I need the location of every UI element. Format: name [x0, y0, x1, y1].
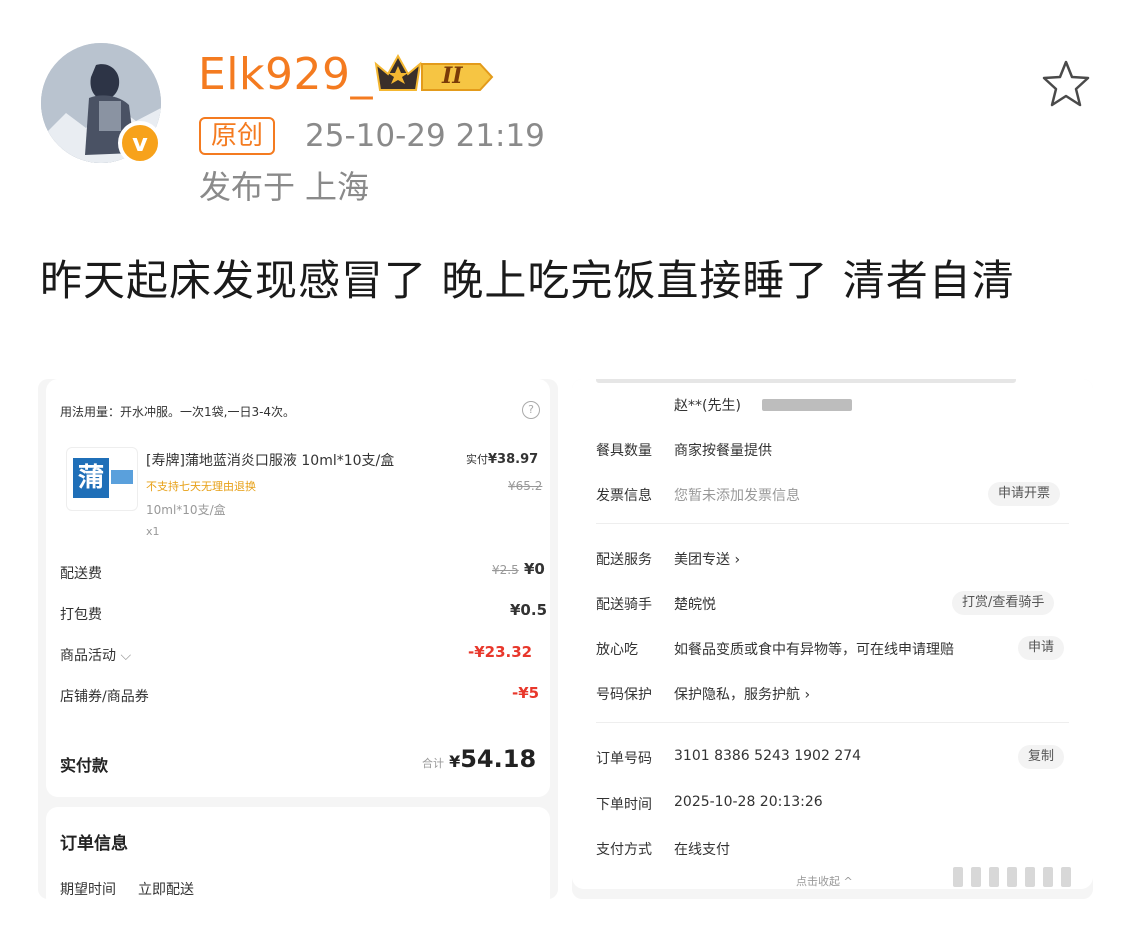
expected-time-value: 立即配送	[138, 882, 194, 898]
return-notice: 不支持七天无理由退换	[146, 480, 256, 493]
divider	[596, 523, 1069, 524]
total-label: 实付款	[60, 756, 109, 775]
order-meta-card: 赵**(先生) 餐具数量 商家按餐量提供 发票信息 您暂未添加发票信息 申请开票…	[572, 379, 1093, 889]
row-value-order-number: 3101 8386 5243 1902 274	[674, 748, 862, 764]
location-city: 上海	[305, 168, 370, 206]
row-label-number-protection: 号码保护	[596, 687, 652, 703]
apply-invoice-button[interactable]: 申请开票	[988, 482, 1061, 506]
recipient-name: 赵**(先生)	[674, 398, 741, 414]
expected-time-label: 期望时间	[60, 882, 116, 898]
row-label-rider: 配送骑手	[596, 597, 652, 613]
paid-price: 实付¥38.97	[466, 452, 539, 467]
product-spec: 10ml*10支/盒	[146, 503, 226, 517]
redacted-phone	[762, 399, 852, 411]
usage-text: 用法用量：开水冲服。一次1袋,一日3-4次。	[60, 405, 296, 419]
row-value-delivery-service[interactable]: 美团专送 ›	[674, 549, 740, 569]
post-location: 发布于 上海	[199, 166, 379, 208]
favorite-star-icon[interactable]	[1040, 58, 1092, 114]
copy-order-number-button[interactable]: 复制	[1018, 745, 1065, 769]
crown-level-icon[interactable]: II	[372, 50, 496, 98]
product-name[interactable]: [寿牌]蒲地蓝消炎口服液 10ml*10支/盒	[146, 450, 394, 470]
post-timestamp: 25-10-29 21:19	[305, 118, 545, 154]
fee-value-coupon: -¥5	[512, 684, 540, 702]
order-screenshot-right[interactable]: 赵**(先生) 餐具数量 商家按餐量提供 发票信息 您暂未添加发票信息 申请开票…	[572, 379, 1093, 899]
row-label-safe-eat: 放心吃	[596, 642, 638, 658]
location-prefix: 发布于	[199, 168, 296, 206]
order-info-card: 订单信息 期望时间 立即配送	[46, 807, 550, 899]
original-tag: 原创	[199, 117, 276, 155]
product-qty: x1	[146, 525, 160, 538]
original-price: ¥65.2	[508, 479, 543, 493]
fee-label-delivery: 配送费	[60, 566, 102, 582]
row-label-order-time: 下单时间	[596, 797, 652, 813]
chevron-down-icon: ⌵	[116, 648, 132, 664]
order-detail-card: 用法用量：开水冲服。一次1袋,一日3-4次。 ? 蒲 [寿牌]蒲地蓝消炎口服液 …	[46, 379, 550, 797]
cutoff-address-line	[596, 379, 1016, 383]
fee-value-packing: ¥0.5	[510, 601, 548, 619]
order-screenshot-left[interactable]: 用法用量：开水冲服。一次1袋,一日3-4次。 ? 蒲 [寿牌]蒲地蓝消炎口服液 …	[38, 379, 558, 899]
row-label-order-number: 订单号码	[596, 751, 652, 767]
row-value-invoice: 您暂未添加发票信息	[674, 488, 800, 504]
row-value-payment: 在线支付	[674, 842, 730, 858]
divider	[596, 722, 1069, 723]
row-label-delivery-service: 配送服务	[596, 552, 652, 568]
row-label-invoice: 发票信息	[596, 488, 652, 504]
product-image[interactable]: 蒲	[66, 447, 138, 511]
fee-label-coupon: 店铺券/商品券	[60, 689, 149, 705]
fee-label-promotion[interactable]: 商品活动 ⌵	[60, 645, 131, 665]
fee-label-packing: 打包费	[60, 607, 102, 623]
watermark-icon	[953, 867, 1071, 887]
fee-value-delivery: ¥0	[524, 560, 545, 578]
help-icon[interactable]: ?	[522, 401, 540, 419]
product-image-logo: 蒲	[73, 458, 109, 498]
apply-claim-button[interactable]: 申请	[1018, 636, 1065, 660]
row-value-tableware: 商家按餐量提供	[674, 443, 772, 459]
row-value-number-protection[interactable]: 保护隐私，服务护航 ›	[674, 684, 810, 704]
level-badge-text: II	[442, 63, 463, 89]
post-text: 昨天起床发现感冒了 晚上吃完饭直接睡了 清者自清	[40, 256, 1015, 305]
username[interactable]: Elk929_	[198, 48, 373, 102]
fee-value-promotion: -¥23.32	[468, 643, 533, 661]
tip-rider-button[interactable]: 打赏/查看骑手	[952, 591, 1055, 615]
total-amount: 合计 ¥54.18	[422, 745, 537, 773]
row-label-payment: 支付方式	[596, 842, 652, 858]
verified-badge-icon: v	[118, 121, 162, 165]
row-label-tableware: 餐具数量	[596, 443, 652, 459]
collapse-toggle[interactable]: 点击收起 ^	[796, 873, 853, 889]
row-value-safe-eat: 如餐品变质或食中有异物等，可在线申请理赔	[674, 642, 954, 658]
row-value-order-time: 2025-10-28 20:13:26	[674, 794, 823, 810]
fee-old-delivery: ¥2.5	[492, 563, 519, 577]
order-info-title: 订单信息	[60, 834, 128, 854]
row-value-rider: 楚皖悦	[674, 597, 716, 613]
